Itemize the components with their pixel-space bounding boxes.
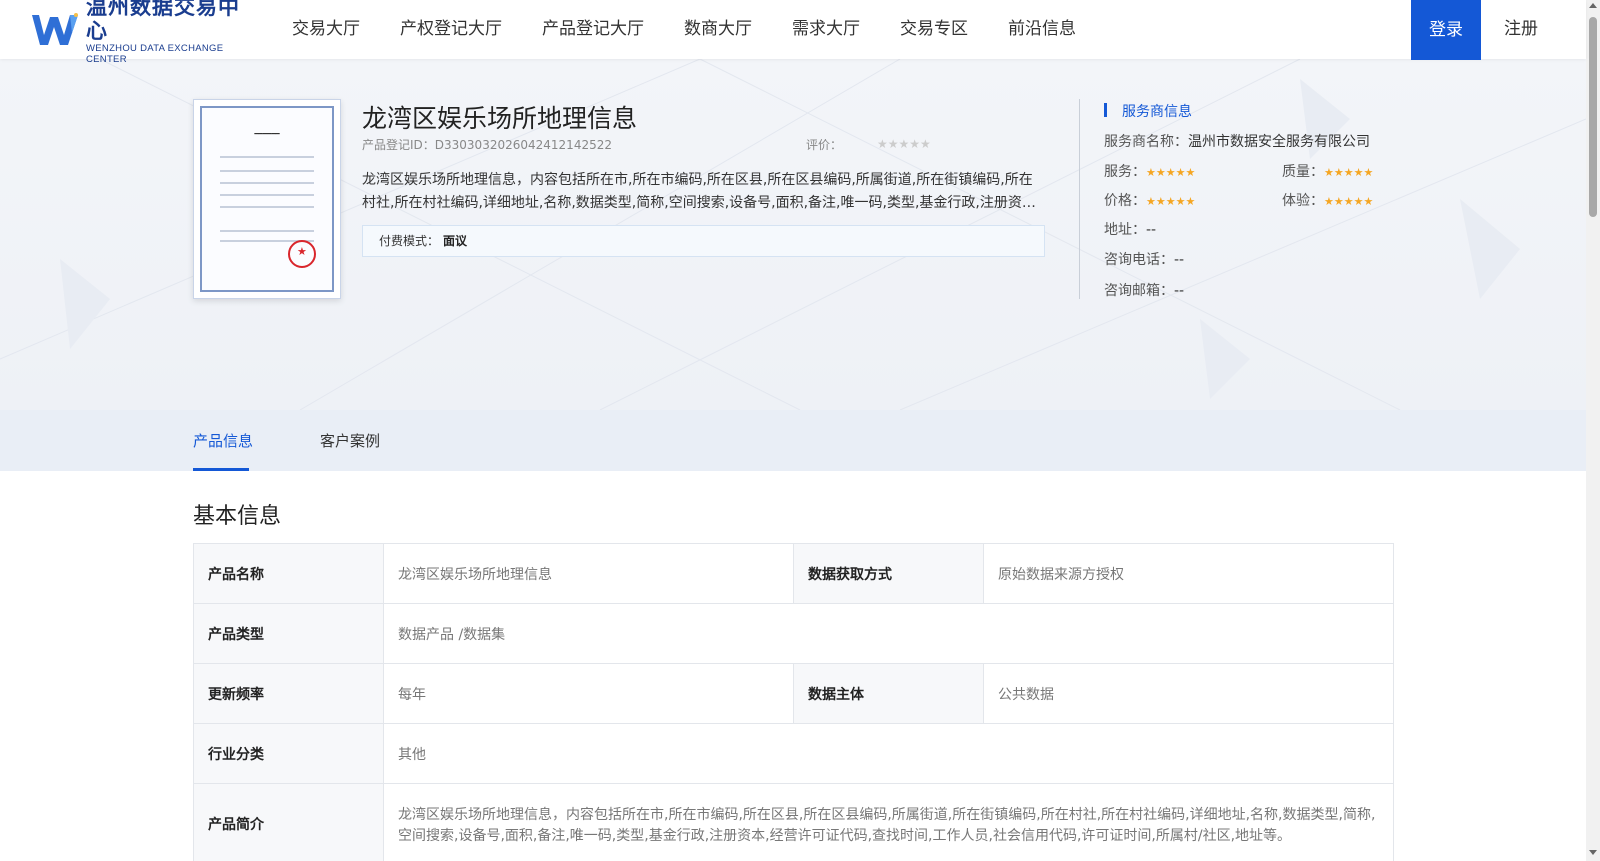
payment-mode-value: 面议 xyxy=(443,234,468,248)
table-row: 行业分类 其他 xyxy=(193,723,1394,784)
site-logo[interactable]: 温州数据交易中心 WENZHOU DATA EXCHANGE CENTER xyxy=(30,0,252,65)
price-rating-label: 价格： xyxy=(1104,193,1146,209)
product-name-key: 产品名称 xyxy=(193,543,384,604)
logo-cn: 温州数据交易中心 xyxy=(86,0,240,43)
provider-heading: 服务商信息 xyxy=(1104,101,1192,121)
quality-stars-icon: ★★★★★ xyxy=(1324,166,1374,179)
nav-data-merchants[interactable]: 数商大厅 xyxy=(664,0,772,59)
quality-rating-label: 质量： xyxy=(1282,164,1324,180)
table-row: 产品名称 龙湾区娱乐场所地理信息 数据获取方式 原始数据来源方授权 xyxy=(193,543,1394,604)
tab-product-info[interactable]: 产品信息 xyxy=(193,430,253,451)
product-id: 产品登记ID：D33030320260424121425​22 xyxy=(362,136,612,153)
provider-name-label: 服务商名称： xyxy=(1104,134,1188,150)
scroll-up-icon[interactable] xyxy=(1589,3,1597,8)
data-subject-key: 数据主体 xyxy=(793,663,984,724)
data-subject-value: 公共数据 xyxy=(983,663,1394,724)
table-row: 产品简介 龙湾区娱乐场所地理信息，内容包括所在市,所在市编码,所在区县,所在区县… xyxy=(193,783,1394,861)
certificate-image[interactable]: ━━━━━━ xyxy=(193,99,341,299)
payment-mode-box: 付费模式： 面议 xyxy=(362,225,1045,257)
register-button[interactable]: 注册 xyxy=(1481,0,1561,59)
provider-name-value: 温州市数据安全服务有限公司 xyxy=(1188,134,1370,150)
provider-address-value: -- xyxy=(1146,222,1157,238)
acquire-method-key: 数据获取方式 xyxy=(793,543,984,604)
vertical-divider xyxy=(1079,99,1080,299)
seal-icon xyxy=(288,240,316,268)
product-intro-key: 产品简介 xyxy=(193,783,384,861)
scroll-down-icon[interactable] xyxy=(1589,850,1597,855)
product-id-label: 产品登记ID： xyxy=(362,138,435,152)
product-hero: ━━━━━━ 龙湾区娱乐场所地理信息 产品登记ID：D3303032026042… xyxy=(0,59,1586,410)
logo-text: 温州数据交易中心 WENZHOU DATA EXCHANGE CENTER xyxy=(86,0,252,65)
basic-info-title: 基本信息 xyxy=(193,504,282,529)
table-row: 产品类型 数据产品 /数据集 xyxy=(193,603,1394,664)
provider-email-value: -- xyxy=(1174,283,1185,299)
logo-mark-icon xyxy=(30,11,82,49)
product-name-value: 龙湾区娱乐场所地理信息 xyxy=(383,543,794,604)
certificate-heading: ━━━━━━ xyxy=(254,130,280,138)
industry-value: 其他 xyxy=(383,723,1394,784)
top-header: 温州数据交易中心 WENZHOU DATA EXCHANGE CENTER 交易… xyxy=(0,0,1586,65)
price-rating-row: 价格：★★★★★ xyxy=(1104,190,1195,210)
nav-product-registration[interactable]: 产品登记大厅 xyxy=(522,0,664,59)
provider-email-row: 咨询邮箱：-- xyxy=(1104,280,1184,300)
provider-address-label: 地址： xyxy=(1104,222,1146,238)
update-frequency-value: 每年 xyxy=(383,663,794,724)
provider-name-row: 服务商名称：温州市数据安全服务有限公司 xyxy=(1104,131,1370,151)
page-scrollbar[interactable] xyxy=(1586,0,1600,861)
provider-email-label: 咨询邮箱： xyxy=(1104,283,1174,299)
experience-stars-icon: ★★★★★ xyxy=(1324,195,1374,208)
nav-trading-hall[interactable]: 交易大厅 xyxy=(272,0,380,59)
login-button[interactable]: 登录 xyxy=(1411,0,1481,60)
provider-phone-row: 咨询电话：-- xyxy=(1104,249,1184,269)
product-description: 龙湾区娱乐场所地理信息，内容包括所在市,所在市编码,所在区县,所在区县编码,所属… xyxy=(362,172,1041,211)
nav-frontier-info[interactable]: 前沿信息 xyxy=(988,0,1096,59)
provider-address-row: 地址：-- xyxy=(1104,219,1156,239)
acquire-method-value: 原始数据来源方授权 xyxy=(983,543,1394,604)
service-rating-row: 服务：★★★★★ xyxy=(1104,161,1195,181)
nav-property-registration[interactable]: 产权登记大厅 xyxy=(380,0,522,59)
provider-phone-label: 咨询电话： xyxy=(1104,252,1174,268)
product-title: 龙湾区娱乐场所地理信息 xyxy=(362,104,638,133)
rating-stars-icon: ★★★★★ xyxy=(877,137,931,151)
provider-phone-value: -- xyxy=(1174,252,1185,268)
active-tab-indicator xyxy=(193,468,249,471)
product-type-key: 产品类型 xyxy=(193,603,384,664)
service-rating-label: 服务： xyxy=(1104,164,1146,180)
payment-mode-label: 付费模式： xyxy=(379,234,440,248)
service-stars-icon: ★★★★★ xyxy=(1146,166,1196,179)
experience-rating-label: 体验： xyxy=(1282,193,1324,209)
industry-key: 行业分类 xyxy=(193,723,384,784)
price-stars-icon: ★★★★★ xyxy=(1146,195,1196,208)
update-frequency-key: 更新频率 xyxy=(193,663,384,724)
product-id-value: D33030320260424121425​22 xyxy=(434,138,612,152)
rating-label: 评价： xyxy=(806,138,843,152)
product-intro-value: 龙湾区娱乐场所地理信息，内容包括所在市,所在市编码,所在区县,所在区县编码,所属… xyxy=(383,783,1394,861)
product-type-value: 数据产品 /数据集 xyxy=(383,603,1394,664)
main-nav: 交易大厅 产权登记大厅 产品登记大厅 数商大厅 需求大厅 交易专区 前沿信息 xyxy=(272,0,1096,59)
logo-en: WENZHOU DATA EXCHANGE CENTER xyxy=(86,43,224,65)
quality-rating-row: 质量：★★★★★ xyxy=(1282,161,1373,181)
basic-info-table: 产品名称 龙湾区娱乐场所地理信息 数据获取方式 原始数据来源方授权 产品类型 数… xyxy=(193,543,1394,861)
tab-customer-cases[interactable]: 客户案例 xyxy=(320,430,380,451)
scrollbar-thumb[interactable] xyxy=(1589,17,1597,217)
detail-tabs: 产品信息 客户案例 xyxy=(0,410,1586,471)
nav-trading-zone[interactable]: 交易专区 xyxy=(880,0,988,59)
experience-rating-row: 体验：★★★★★ xyxy=(1282,190,1373,210)
table-row: 更新频率 每年 数据主体 公共数据 xyxy=(193,663,1394,724)
nav-demand-hall[interactable]: 需求大厅 xyxy=(772,0,880,59)
